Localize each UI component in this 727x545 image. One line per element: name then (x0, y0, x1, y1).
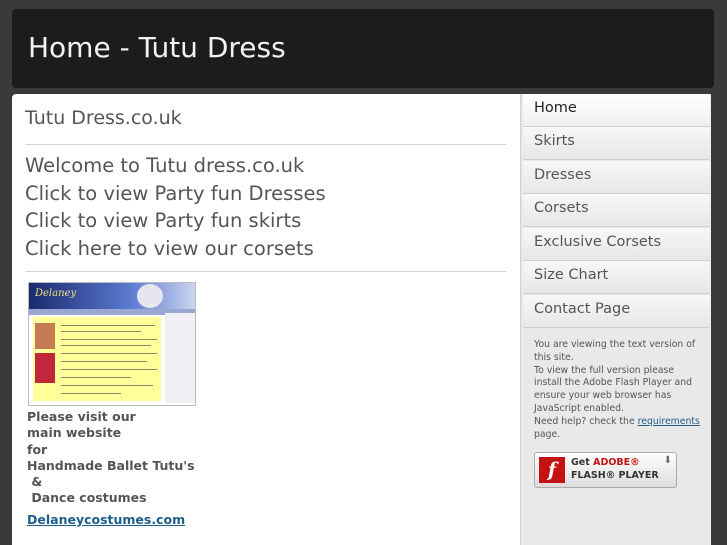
requirements-link[interactable]: requirements (638, 416, 700, 427)
nav-item-home[interactable]: Home (523, 94, 710, 127)
thumbnail-banner: Delaney (29, 283, 195, 309)
nav-item-contact-page[interactable]: Contact Page (523, 295, 710, 328)
nav-item-skirts[interactable]: Skirts (523, 127, 710, 160)
nav-item-exclusive-corsets[interactable]: Exclusive Corsets (523, 228, 710, 261)
site-title: Tutu Dress.co.uk (25, 107, 182, 129)
flash-product-label: FLASH® PLAYER (571, 470, 659, 481)
divider (25, 144, 506, 145)
divider (25, 271, 506, 272)
nav-item-corsets[interactable]: Corsets (523, 194, 710, 227)
content-container: Tutu Dress.co.uk Welcome to Tutu dress.c… (12, 94, 711, 545)
thumbnail-text-line (61, 339, 157, 340)
notice-line: To view the full version please install … (534, 364, 693, 414)
party-skirts-link[interactable]: Click to view Party fun skirts (25, 207, 326, 235)
visit-line: Dance costumes (27, 490, 147, 506)
nav-item-dresses[interactable]: Dresses (523, 161, 710, 194)
welcome-text: Welcome to Tutu dress.co.uk (25, 154, 305, 177)
thumbnail-tutu-image (137, 284, 163, 308)
notice-help-prefix: Need help? check the (534, 415, 638, 427)
thumbnail-text-line (61, 385, 153, 386)
thumbnail-text-line (61, 353, 157, 354)
thumbnail-text-line (61, 331, 141, 332)
party-dresses-link[interactable]: Click to view Party fun Dresses (25, 180, 326, 208)
sidebar: Home Skirts Dresses Corsets Exclusive Co… (520, 94, 711, 545)
get-flash-player-button[interactable]: f Get ADOBE® FLASH® PLAYER ⬇ (534, 452, 677, 488)
notice-help-suffix: page. (534, 428, 561, 440)
notice-line: You are viewing the text version of this… (534, 339, 696, 363)
thumbnail-photo (35, 323, 55, 349)
nav-item-size-chart[interactable]: Size Chart (523, 261, 710, 294)
visit-line: Handmade Ballet Tutu's (27, 457, 195, 473)
visit-line: Please visit our (27, 409, 136, 424)
thumbnail-logo: Delaney (35, 288, 77, 299)
page-title: Home - Tutu Dress (28, 31, 286, 64)
visit-line: for (27, 441, 48, 457)
download-arrow-icon: ⬇ (663, 455, 672, 466)
notice-help-line: Need help? check the requirements page. (534, 416, 704, 442)
thumbnail-sidebar (165, 313, 195, 403)
thumbnail-text-line (61, 325, 155, 326)
website-screenshot-image[interactable]: Delaney (28, 282, 196, 406)
flash-icon: f (539, 457, 565, 483)
thumbnail-text-line (61, 377, 131, 378)
visit-line: main website (27, 425, 122, 441)
flash-brand-text: ADOBE® (593, 457, 640, 468)
thumbnail-text-line (61, 345, 151, 346)
visit-line: & (27, 474, 43, 490)
thumbnail-text-line (61, 369, 157, 370)
thumbnail-red-panel (35, 353, 55, 383)
flash-notice: You are viewing the text version of this… (534, 339, 704, 441)
site-header: Home - Tutu Dress (12, 9, 714, 88)
visit-message: Please visit our main website for Handma… (27, 409, 195, 507)
flash-get-text: Get (571, 457, 594, 468)
corsets-link[interactable]: Click here to view our corsets (25, 235, 326, 263)
flash-get-label: Get ADOBE® (571, 457, 640, 468)
intro-links: Welcome to Tutu dress.co.uk Click to vie… (25, 152, 326, 262)
delaney-costumes-link[interactable]: Delaneycostumes.com (27, 512, 185, 527)
thumbnail-text-line (61, 393, 121, 394)
main-content: Tutu Dress.co.uk Welcome to Tutu dress.c… (12, 94, 520, 545)
thumbnail-text-line (61, 361, 147, 362)
